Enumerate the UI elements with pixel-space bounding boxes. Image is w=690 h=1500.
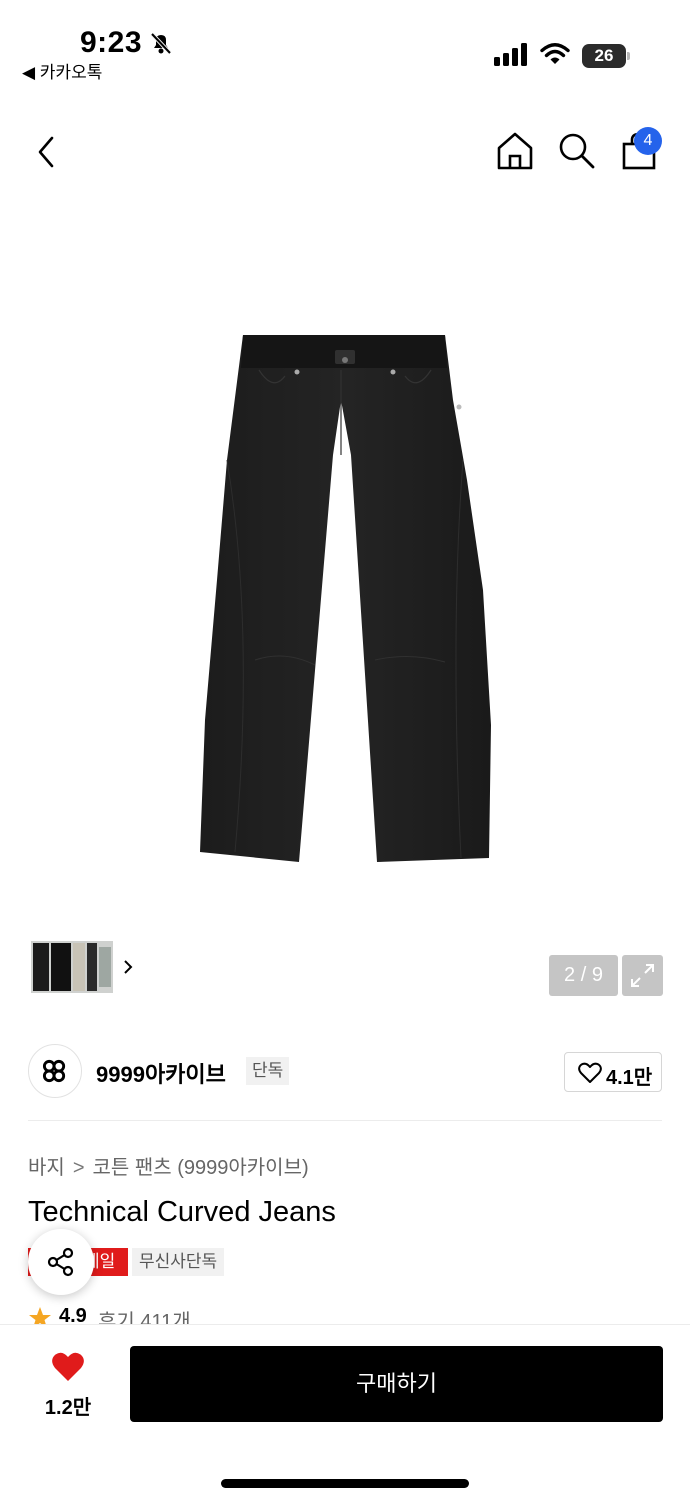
expand-button[interactable] — [622, 955, 663, 996]
brand-like-button[interactable]: 4.1만 — [564, 1052, 662, 1092]
battery-icon: 26 — [582, 44, 630, 68]
heart-filled-icon — [52, 1352, 84, 1381]
buy-button[interactable]: 구매하기 — [130, 1346, 663, 1422]
musinsa-exclusive-badge: 무신사단독 — [132, 1248, 225, 1276]
signal-icon — [494, 43, 527, 66]
breadcrumb: 바지 > 코튼 팬츠 (9999아카이브) — [28, 1151, 309, 1180]
brand-logo-mark — [42, 1059, 66, 1083]
search-icon[interactable] — [556, 130, 596, 170]
bell-off-icon — [150, 32, 172, 55]
wishlist-button[interactable]: 1.2만 — [30, 1351, 106, 1421]
expand-icon — [631, 964, 654, 987]
product-image — [200, 335, 491, 862]
back-to-app-link[interactable]: ◀ 카카오톡 — [22, 58, 102, 83]
bottom-bar: 1.2만 구매하기 — [0, 1324, 690, 1500]
chevron-right-icon: > — [72, 1157, 85, 1179]
battery-level: 26 — [594, 46, 614, 65]
status-bar: 9:23 ◀ 카카오톡 26 — [0, 0, 690, 90]
back-arrow-icon[interactable] — [30, 130, 66, 174]
chevron-right-icon — [124, 960, 133, 974]
brand-name[interactable]: 9999아카이브 — [96, 1057, 226, 1089]
status-time: 9:23 — [80, 26, 143, 59]
color-thumbnail[interactable] — [28, 938, 141, 996]
breadcrumb-subcategory[interactable]: 코튼 팬츠 (9999아카이브) — [93, 1151, 309, 1180]
share-icon — [47, 1247, 74, 1277]
thumbnail-image — [31, 941, 113, 993]
brand-like-count: 4.1만 — [606, 1067, 653, 1089]
wifi-icon — [540, 43, 570, 64]
share-button[interactable] — [28, 1229, 94, 1295]
divider — [28, 1120, 662, 1121]
brand-exclusive-tag: 단독 — [246, 1057, 290, 1085]
cart-count-badge: 4 — [634, 127, 662, 155]
product-title: Technical Curved Jeans — [28, 1196, 336, 1228]
home-indicator — [221, 1479, 469, 1488]
breadcrumb-category[interactable]: 바지 — [28, 1151, 65, 1180]
gallery-page-indicator: 2 / 9 — [549, 955, 618, 996]
brand-logo[interactable] — [28, 1044, 82, 1098]
home-icon[interactable] — [494, 130, 536, 172]
heart-outline-icon — [578, 1062, 602, 1083]
wishlist-count: 1.2만 — [44, 1397, 92, 1419]
